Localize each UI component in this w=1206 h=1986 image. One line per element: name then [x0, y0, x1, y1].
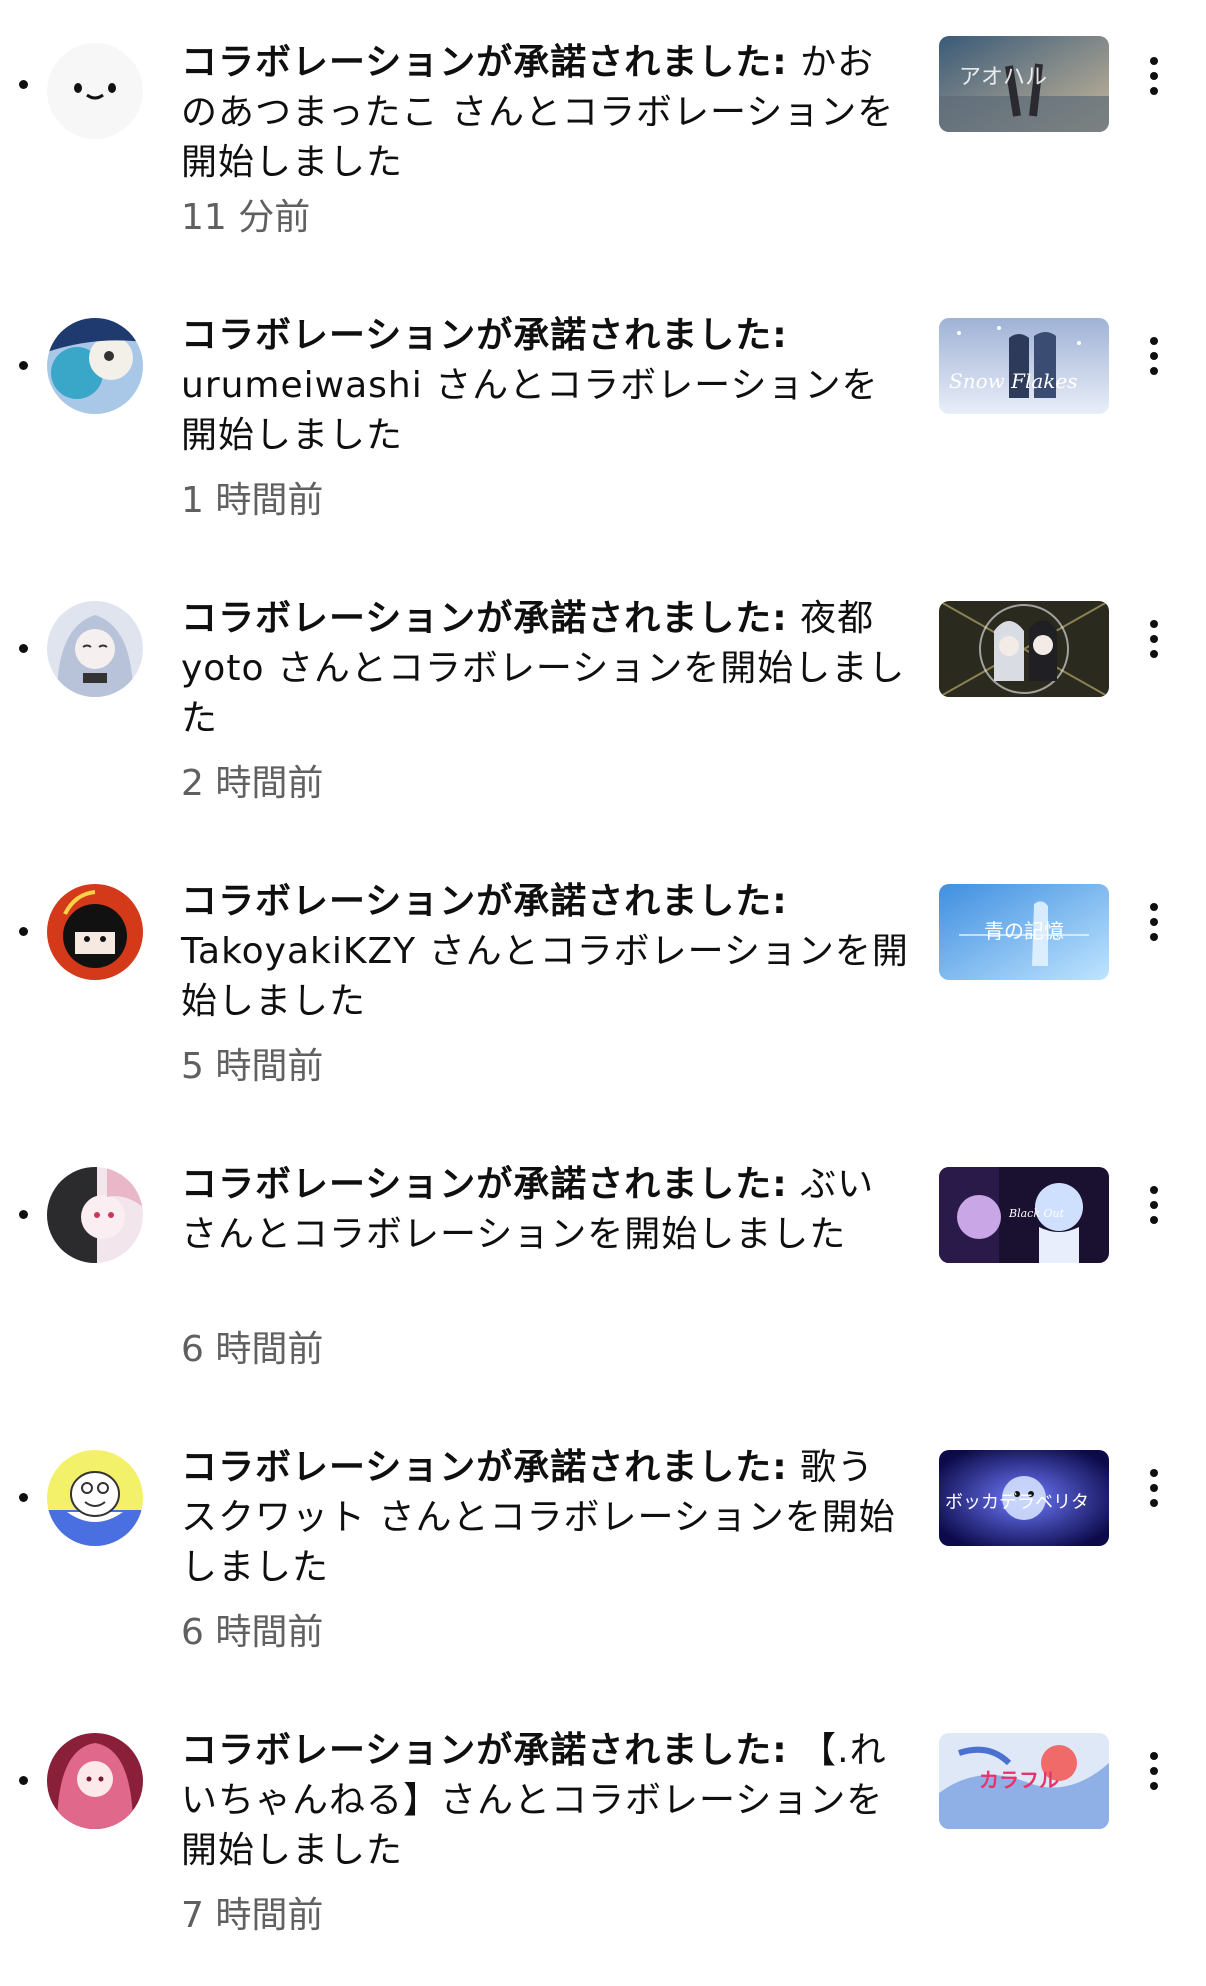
notification-time: 6 時間前	[181, 1612, 324, 1653]
notification-text: コラボレーションが承諾されました: urumeiwashi さんとコラボレーショ…	[181, 311, 911, 461]
notification-time: 1 時間前	[181, 480, 324, 521]
notification-title: コラボレーションが承諾されました:	[181, 598, 788, 639]
notification-item[interactable]: コラボレーションが承諾されました: TakoyakiKZY さんとコラボレーショ…	[0, 877, 1206, 1137]
more-vert-icon[interactable]	[1136, 611, 1172, 667]
notification-title: コラボレーションが承諾されました:	[181, 1447, 788, 1488]
thumbnail-title: 青の記憶	[984, 919, 1064, 943]
notification-text: コラボレーションが承諾されました: 夜都yoto さんとコラボレーションを開始し…	[181, 594, 911, 744]
notification-title: コラボレーションが承諾されました:	[181, 315, 788, 356]
unread-dot	[19, 927, 28, 936]
notification-text: コラボレーションが承諾されました: 歌うスクワット さんとコラボレーションを開始…	[181, 1443, 911, 1593]
avatar[interactable]	[47, 318, 143, 414]
unread-dot	[19, 1210, 28, 1219]
video-thumbnail[interactable]: Black Out	[939, 1167, 1109, 1263]
notification-text: コラボレーションが承諾されました: 【.れいちゃんねる】さんとコラボレーションを…	[181, 1726, 911, 1876]
notification-time: 11 分前	[181, 197, 311, 238]
more-vert-icon[interactable]	[1136, 1460, 1172, 1516]
avatar[interactable]	[47, 601, 143, 697]
more-vert-icon[interactable]	[1136, 328, 1172, 384]
notification-text: コラボレーションが承諾されました: かおのあつまったこ さんとコラボレーションを…	[181, 38, 911, 188]
avatar[interactable]	[47, 1167, 143, 1263]
notification-item[interactable]: コラボレーションが承諾されました: 夜都yoto さんとコラボレーションを開始し…	[0, 594, 1206, 854]
notification-title: コラボレーションが承諾されました:	[181, 1164, 788, 1205]
unread-dot	[19, 1776, 28, 1785]
video-thumbnail[interactable]: カラフル	[939, 1733, 1109, 1829]
video-thumbnail[interactable]: アオハル	[939, 36, 1109, 132]
more-vert-icon[interactable]	[1136, 1177, 1172, 1233]
video-thumbnail[interactable]: 青の記憶	[939, 884, 1109, 980]
thumbnail-title: アオハル	[959, 65, 1047, 90]
more-vert-icon[interactable]	[1136, 894, 1172, 950]
video-thumbnail[interactable]: Snow Flakes	[939, 318, 1109, 414]
notification-item[interactable]: コラボレーションが承諾されました: urumeiwashi さんとコラボレーショ…	[0, 311, 1206, 571]
unread-dot	[19, 80, 28, 89]
notification-item[interactable]: コラボレーションが承諾されました: 【.れいちゃんねる】さんとコラボレーションを…	[0, 1726, 1206, 1986]
thumbnail-title: Snow Flakes	[949, 369, 1078, 393]
avatar[interactable]	[47, 43, 143, 139]
thumbnail-title: Black Out	[1008, 1207, 1065, 1220]
more-vert-icon[interactable]	[1136, 48, 1172, 104]
notification-title: コラボレーションが承諾されました:	[181, 881, 788, 922]
thumbnail-title: ボッカデラベリタ	[945, 1492, 1089, 1513]
notification-time: 2 時間前	[181, 763, 324, 804]
unread-dot	[19, 361, 28, 370]
notification-message: urumeiwashi さんとコラボレーションを開始しました	[181, 365, 879, 456]
video-thumbnail[interactable]: ボッカデラベリタ	[939, 1450, 1109, 1546]
notification-time: 7 時間前	[181, 1895, 324, 1936]
thumbnail-title: カラフル	[979, 1768, 1059, 1792]
notification-item[interactable]: コラボレーションが承諾されました: かおのあつまったこ さんとコラボレーションを…	[0, 28, 1206, 288]
more-vert-icon[interactable]	[1136, 1743, 1172, 1799]
notification-text: コラボレーションが承諾されました: ぶい さんとコラボレーションを開始しました	[181, 1160, 911, 1260]
avatar[interactable]	[47, 1450, 143, 1546]
notification-time: 5 時間前	[181, 1046, 324, 1087]
notification-text: コラボレーションが承諾されました: TakoyakiKZY さんとコラボレーショ…	[181, 877, 911, 1027]
notification-title: コラボレーションが承諾されました:	[181, 42, 788, 83]
unread-dot	[19, 644, 28, 653]
notification-time: 6 時間前	[181, 1329, 324, 1370]
notification-title: コラボレーションが承諾されました:	[181, 1730, 788, 1771]
avatar[interactable]	[47, 884, 143, 980]
avatar[interactable]	[47, 1733, 143, 1829]
notification-item[interactable]: コラボレーションが承諾されました: 歌うスクワット さんとコラボレーションを開始…	[0, 1443, 1206, 1703]
unread-dot	[19, 1493, 28, 1502]
video-thumbnail[interactable]	[939, 601, 1109, 697]
notification-item[interactable]: コラボレーションが承諾されました: ぶい さんとコラボレーションを開始しました …	[0, 1160, 1206, 1420]
notification-message: TakoyakiKZY さんとコラボレーションを開始しました	[181, 931, 909, 1022]
